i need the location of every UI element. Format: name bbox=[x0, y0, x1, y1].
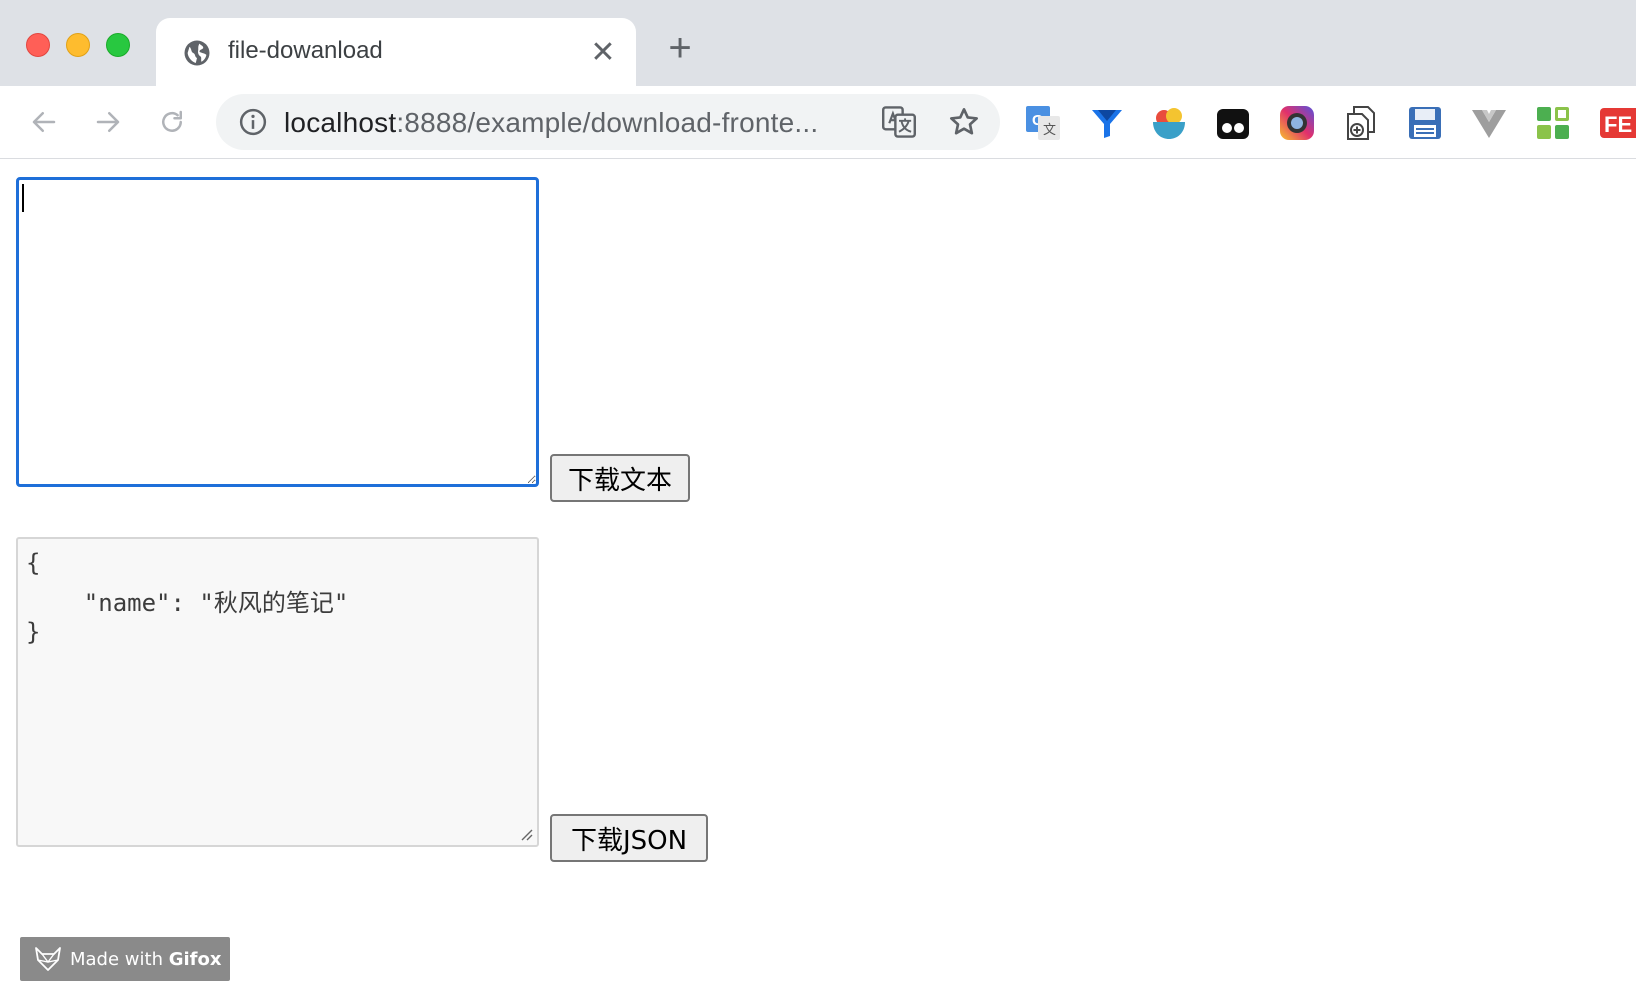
gifox-watermark: Made with Gifox bbox=[20, 937, 230, 981]
forward-button[interactable] bbox=[90, 104, 126, 140]
back-button[interactable] bbox=[26, 104, 62, 140]
json-line: } bbox=[26, 618, 41, 646]
reload-icon bbox=[162, 110, 182, 132]
text-input-area[interactable] bbox=[16, 177, 539, 487]
globe-icon bbox=[184, 40, 210, 66]
json-line: "name": "秋风的笔记" bbox=[26, 589, 349, 617]
tab-bar: file-dowanload ✕ + bbox=[0, 0, 1636, 86]
window-minimize-button[interactable] bbox=[66, 33, 90, 57]
window-zoom-button[interactable] bbox=[106, 33, 130, 57]
svg-text:文: 文 bbox=[1043, 122, 1056, 137]
fox-logo-icon bbox=[35, 947, 61, 971]
tab-title: file-dowanload bbox=[228, 37, 383, 64]
url-host: localhost bbox=[284, 107, 397, 138]
translate-icon[interactable] bbox=[882, 106, 916, 138]
json-input-area[interactable]: { "name": "秋风的笔记" } bbox=[16, 537, 539, 847]
reload-button[interactable] bbox=[154, 104, 190, 140]
download-json-button[interactable]: 下载JSON bbox=[550, 814, 708, 862]
vue-devtools-extension-icon[interactable] bbox=[1470, 104, 1508, 142]
add-document-extension-icon[interactable] bbox=[1342, 104, 1380, 142]
google-translate-extension-icon[interactable]: G 文 bbox=[1024, 104, 1062, 142]
window-close-button[interactable] bbox=[26, 33, 50, 57]
save-disk-extension-icon[interactable] bbox=[1406, 104, 1444, 142]
arrow-right-icon bbox=[96, 112, 120, 132]
instagram-camera-extension-icon[interactable] bbox=[1278, 104, 1316, 142]
dark-mask-extension-icon[interactable] bbox=[1214, 104, 1252, 142]
colorful-bowl-extension-icon[interactable] bbox=[1150, 104, 1188, 142]
download-text-button[interactable]: 下载文本 bbox=[550, 454, 690, 502]
arrow-left-icon bbox=[32, 112, 56, 132]
svg-text:FE: FE bbox=[1604, 112, 1632, 137]
new-tab-button[interactable]: + bbox=[664, 28, 696, 68]
text-cursor bbox=[22, 184, 24, 212]
info-icon[interactable] bbox=[238, 107, 268, 137]
resize-handle-icon[interactable] bbox=[517, 825, 533, 841]
url-text[interactable]: localhost:8888/example/download-fronte..… bbox=[284, 107, 818, 139]
green-grid-extension-icon[interactable] bbox=[1534, 104, 1572, 142]
address-bar[interactable]: localhost:8888/example/download-fronte..… bbox=[216, 94, 1000, 150]
browser-toolbar: localhost:8888/example/download-fronte..… bbox=[0, 86, 1636, 159]
json-line: { bbox=[26, 549, 41, 577]
vue-funnel-extension-icon[interactable] bbox=[1088, 104, 1126, 142]
watermark-text: Made with Gifox bbox=[70, 948, 222, 970]
url-path: :8888/example/download-fronte... bbox=[396, 107, 819, 138]
fe-helper-extension-icon[interactable]: FE bbox=[1598, 104, 1636, 142]
bookmark-star-icon[interactable] bbox=[948, 106, 980, 138]
active-tab[interactable]: file-dowanload ✕ bbox=[156, 18, 636, 86]
close-tab-icon[interactable]: ✕ bbox=[588, 38, 618, 68]
